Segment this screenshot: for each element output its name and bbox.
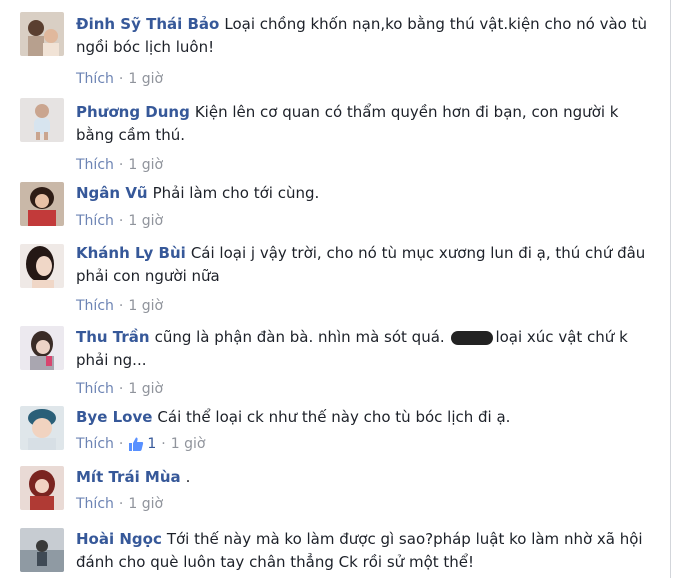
comment-text: .: [185, 468, 191, 486]
like-link[interactable]: Thích: [76, 436, 114, 452]
avatar[interactable]: [20, 244, 64, 288]
separator: ·: [118, 381, 124, 397]
comment-item: Thu Trần cũng là phận đàn bà. nhìn mà sót…: [0, 320, 670, 402]
avatar[interactable]: [20, 98, 64, 142]
comment-item: Hoài Ngọc Tới thế này mà ko làm được gì s…: [0, 522, 670, 578]
comment-author[interactable]: Thu Trần: [76, 328, 150, 346]
comment-author[interactable]: Bye Love: [76, 408, 152, 426]
avatar[interactable]: [20, 326, 64, 370]
like-link[interactable]: Thích: [76, 213, 114, 229]
comment-item: Mít Trái Mùa. Thích · 1 giờ: [0, 462, 670, 520]
comment-author[interactable]: Hoài Ngọc: [76, 530, 162, 548]
comment-item: Đinh Sỹ Thái Bảo Loại chồng khốn nạn,ko b…: [0, 0, 670, 87]
comment-author[interactable]: Khánh Ly Bùi: [76, 244, 186, 262]
comment-item: Ngân Vũ Phải làm cho tới cùng. Thích · 1 …: [0, 172, 670, 236]
redaction-blot: [451, 330, 494, 345]
comment-item: Phương Dung Kiện lên cơ quan có thẩm quyề…: [0, 90, 670, 173]
comment-time[interactable]: 1 giờ: [128, 298, 163, 314]
comment-text: Cái thể loại ck như thế này cho tù bóc l…: [157, 408, 511, 426]
comment-author[interactable]: Ngân Vũ: [76, 184, 148, 202]
separator: ·: [118, 496, 124, 512]
avatar[interactable]: [20, 406, 64, 450]
comment-time[interactable]: 1 giờ: [128, 381, 163, 397]
avatar[interactable]: [20, 12, 64, 56]
like-link[interactable]: Thích: [76, 496, 114, 512]
comment-item: Khánh Ly Bùi Cái loại j vậy trời, cho nó …: [0, 236, 670, 318]
like-count[interactable]: 1: [128, 436, 156, 452]
comment-time[interactable]: 1 giờ: [128, 496, 163, 512]
like-link[interactable]: Thích: [76, 71, 114, 87]
separator: ·: [118, 213, 124, 229]
comment-time[interactable]: 1 giờ: [128, 213, 163, 229]
avatar[interactable]: [20, 528, 64, 572]
comment-author[interactable]: Phương Dung: [76, 103, 190, 121]
like-count-value: 1: [147, 436, 157, 452]
comment-time[interactable]: 1 giờ: [128, 71, 163, 87]
thumbs-up-icon: [128, 436, 144, 452]
like-link[interactable]: Thích: [76, 298, 114, 314]
comment-text: cũng là phận đàn bà. nhìn mà sót quá.: [154, 328, 445, 346]
comment-item: Bye Love Cái thể loại ck như thế này cho …: [0, 402, 670, 462]
comment-time[interactable]: 1 giờ: [171, 436, 206, 452]
avatar[interactable]: [20, 466, 64, 510]
comment-author[interactable]: Mít Trái Mùa: [76, 468, 181, 486]
comments-panel: Đinh Sỹ Thái Bảo Loại chồng khốn nạn,ko b…: [0, 0, 671, 578]
like-link[interactable]: Thích: [76, 381, 114, 397]
separator: ·: [118, 71, 124, 87]
separator: ·: [161, 436, 166, 452]
avatar[interactable]: [20, 182, 64, 226]
separator: ·: [118, 157, 124, 173]
comment-text: Phải làm cho tới cùng.: [152, 184, 320, 202]
separator: ·: [118, 298, 124, 314]
comment-time[interactable]: 1 giờ: [128, 157, 163, 173]
like-link[interactable]: Thích: [76, 157, 114, 173]
separator: ·: [118, 436, 124, 452]
comment-author[interactable]: Đinh Sỹ Thái Bảo: [76, 15, 219, 33]
